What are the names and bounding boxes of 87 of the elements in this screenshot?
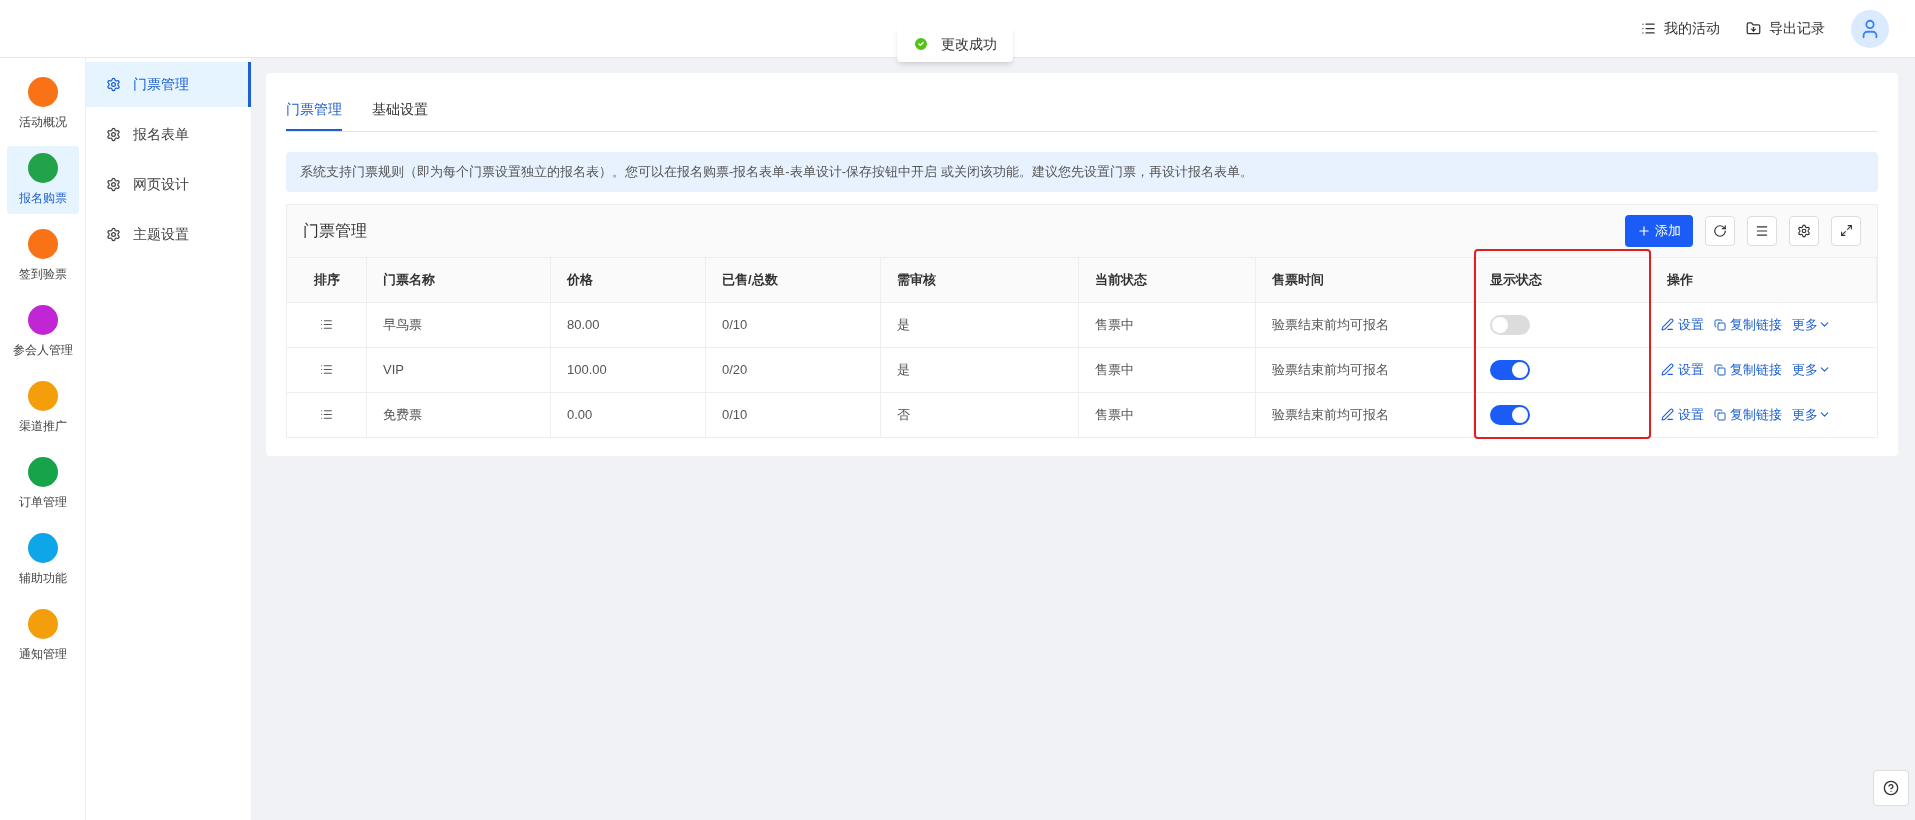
- submenu-item[interactable]: 门票管理: [86, 62, 251, 107]
- table-cell: 验票结束前均可报名: [1256, 302, 1474, 347]
- column-header: 门票名称: [367, 257, 551, 302]
- fullscreen-button[interactable]: [1831, 215, 1861, 246]
- copy-icon: [1714, 363, 1726, 376]
- rail-item[interactable]: 辅助功能: [6, 526, 79, 594]
- column-header: 操作: [1651, 257, 1877, 302]
- toggle-switch[interactable]: [1490, 314, 1530, 335]
- add-button[interactable]: 添加: [1625, 214, 1693, 247]
- drag-handle-icon[interactable]: [320, 363, 333, 376]
- gear-icon: [1797, 223, 1811, 238]
- lines-icon: [1755, 223, 1769, 238]
- drag-handle-icon[interactable]: [320, 318, 333, 331]
- column-header: 排序: [287, 257, 367, 302]
- column-header: 需审核: [881, 257, 1079, 302]
- table-cell: 否: [881, 392, 1079, 437]
- list-icon: [1641, 21, 1656, 36]
- help-button[interactable]: [1873, 770, 1909, 806]
- rail-item[interactable]: 报名购票: [6, 146, 79, 214]
- table-cell: 80.00: [551, 302, 706, 347]
- drag-handle-icon[interactable]: [320, 408, 333, 421]
- table-cell: 0/20: [706, 347, 881, 392]
- refresh-icon: [1713, 223, 1727, 238]
- rail-item[interactable]: 渠道推广: [6, 374, 79, 442]
- toast-message: 更改成功: [941, 34, 997, 54]
- table-cell: 0/10: [706, 392, 881, 437]
- copy-icon: [1714, 408, 1726, 421]
- settings-link[interactable]: 设置: [1661, 314, 1704, 335]
- gear-icon: [106, 77, 121, 92]
- toggle-switch[interactable]: [1490, 404, 1530, 425]
- submenu-item[interactable]: 报名表单: [86, 112, 251, 157]
- success-icon: [913, 36, 929, 52]
- column-header: 售票时间: [1256, 257, 1474, 302]
- info-notice: 系统支持门票规则（即为每个门票设置独立的报名表）。您可以在报名购票-报名表单-表单设计-保存按钮中开启 或关闭该功能。建议您先设置门票，再设计报名表单。: [286, 152, 1878, 192]
- tab[interactable]: 基础设置: [372, 99, 428, 131]
- toggle-switch[interactable]: [1490, 359, 1530, 380]
- table-cell: 100.00: [551, 347, 706, 392]
- header-link[interactable]: 导出记录: [1746, 18, 1825, 39]
- more-link[interactable]: 更多: [1792, 314, 1831, 335]
- pen-icon: [1661, 408, 1674, 421]
- column-header: 显示状态: [1474, 257, 1651, 302]
- settings-link[interactable]: 设置: [1661, 404, 1704, 425]
- table-cell: 验票结束前均可报名: [1256, 392, 1474, 437]
- table-cell: 0/10: [706, 302, 881, 347]
- column-header: 价格: [551, 257, 706, 302]
- gear-icon: [106, 127, 121, 142]
- column-header: 当前状态: [1079, 257, 1256, 302]
- table-cell: 0.00: [551, 392, 706, 437]
- rail-item[interactable]: 活动概况: [6, 70, 79, 138]
- header-link[interactable]: 我的活动: [1641, 18, 1720, 39]
- rail-item[interactable]: 订单管理: [6, 450, 79, 518]
- table-cell: 是: [881, 302, 1079, 347]
- table-cell: 售票中: [1079, 302, 1256, 347]
- pen-icon: [1661, 318, 1674, 331]
- submenu-item[interactable]: 网页设计: [86, 162, 251, 207]
- density-button[interactable]: [1747, 215, 1777, 246]
- plus-icon: [1637, 223, 1651, 238]
- expand-icon: [1839, 224, 1853, 237]
- settings-link[interactable]: 设置: [1661, 359, 1704, 380]
- refresh-button[interactable]: [1705, 215, 1735, 246]
- table-cell: 是: [881, 347, 1079, 392]
- copy-link[interactable]: 复制链接: [1714, 314, 1782, 335]
- more-link[interactable]: 更多: [1792, 359, 1831, 380]
- more-link[interactable]: 更多: [1792, 404, 1831, 425]
- copy-link[interactable]: 复制链接: [1714, 404, 1782, 425]
- copy-icon: [1714, 318, 1726, 331]
- tab[interactable]: 门票管理: [286, 99, 342, 131]
- rail-item[interactable]: 通知管理: [6, 602, 79, 670]
- gear-icon: [106, 227, 121, 242]
- table-cell: 免费票: [367, 392, 551, 437]
- gear-icon: [106, 177, 121, 192]
- table-cell: VIP: [367, 347, 551, 392]
- rail-item[interactable]: 参会人管理: [6, 298, 79, 366]
- table-title: 门票管理: [303, 220, 367, 241]
- help-icon: [1883, 780, 1899, 796]
- table-cell: 售票中: [1079, 392, 1256, 437]
- folder-icon: [1746, 21, 1761, 36]
- table-cell: 验票结束前均可报名: [1256, 347, 1474, 392]
- settings-button[interactable]: [1789, 215, 1819, 246]
- pen-icon: [1661, 363, 1674, 376]
- column-header: 已售/总数: [706, 257, 881, 302]
- avatar[interactable]: [1851, 9, 1889, 48]
- table-cell: 早鸟票: [367, 302, 551, 347]
- copy-link[interactable]: 复制链接: [1714, 359, 1782, 380]
- rail-item[interactable]: 签到验票: [6, 222, 79, 290]
- submenu-item[interactable]: 主题设置: [86, 212, 251, 257]
- table-cell: 售票中: [1079, 347, 1256, 392]
